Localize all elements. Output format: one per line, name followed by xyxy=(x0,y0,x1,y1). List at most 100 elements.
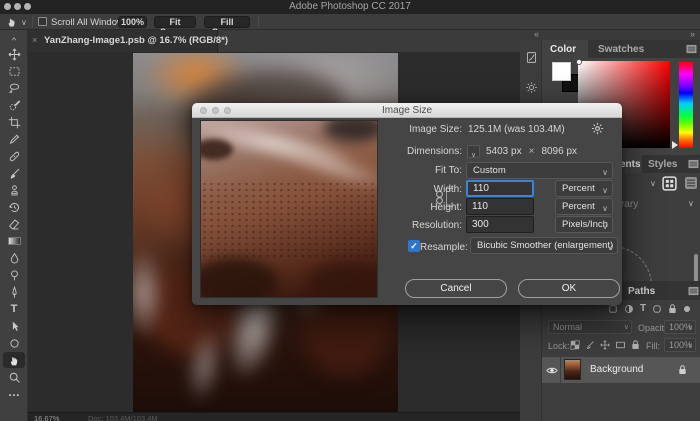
crop-tool-icon[interactable] xyxy=(3,114,25,130)
resolution-label: Resolution: xyxy=(362,220,462,231)
options-bar: ∨ Scroll All Windows 100% Fit Screen Fil… xyxy=(0,14,700,30)
hand-tool-icon[interactable] xyxy=(3,352,25,368)
color-picker-cursor[interactable] xyxy=(576,59,582,65)
grid-view-icon[interactable] xyxy=(662,176,677,191)
brush-tool-icon[interactable] xyxy=(3,165,25,181)
resample-method-dropdown[interactable]: Bicubic Smoother (enlargement)∨ xyxy=(470,237,618,254)
lock-pixels-icon[interactable] xyxy=(585,340,595,350)
list-view-icon[interactable] xyxy=(684,176,698,190)
shape-tool-icon[interactable] xyxy=(3,335,25,351)
marquee-tool-icon[interactable] xyxy=(3,63,25,79)
opacity-value[interactable]: 100%∨ xyxy=(664,320,696,334)
resolution-input[interactable]: 300 xyxy=(466,216,534,233)
height-input[interactable]: 110 xyxy=(466,198,534,215)
fit-to-dropdown[interactable]: Custom∨ xyxy=(466,162,613,179)
panel-dock-header: « » xyxy=(520,30,700,40)
hue-slider[interactable] xyxy=(679,62,693,148)
filter-smart-object-icon[interactable] xyxy=(668,303,677,314)
status-zoom-level[interactable]: 16.67% xyxy=(34,414,59,421)
library-name-chevron-icon[interactable]: ∨ xyxy=(688,199,694,208)
ok-button[interactable]: OK xyxy=(518,279,620,298)
document-tab[interactable]: × YanZhang-Image1.psb @ 16.7% (RGB/8*) xyxy=(28,30,218,52)
fit-screen-button[interactable]: Fit Screen xyxy=(154,16,196,28)
resample-label: Resample: xyxy=(420,242,467,253)
zoom-100-button[interactable]: 100% xyxy=(118,16,147,28)
gradient-tool-icon[interactable] xyxy=(3,233,25,249)
filter-adjustment-icon[interactable] xyxy=(624,304,634,314)
dimensions-value: 5403 px × 8096 px xyxy=(486,146,577,157)
resample-checkbox[interactable]: ✓ xyxy=(408,240,420,252)
collapse-dock-right-icon[interactable]: » xyxy=(690,29,695,39)
filter-pixel-icon[interactable] xyxy=(608,304,618,314)
layer-visibility-eye-icon[interactable] xyxy=(546,365,558,376)
blur-tool-icon[interactable] xyxy=(3,250,25,266)
app-titlebar: Adobe Photoshop CC 2017 xyxy=(0,0,700,14)
quick-selection-tool-icon[interactable] xyxy=(3,97,25,113)
dodge-tool-icon[interactable] xyxy=(3,267,25,283)
filter-shape-icon[interactable] xyxy=(652,304,662,314)
dialog-title: Image Size xyxy=(192,105,622,116)
collapse-toolbar-icon[interactable] xyxy=(3,31,25,47)
history-brush-tool-icon[interactable] xyxy=(3,199,25,215)
tool-preset-chevron-icon[interactable]: ∨ xyxy=(21,18,27,27)
layers-panel: T Normal∨ Opacity: 100%∨ Lock: Fill: 100… xyxy=(542,300,700,421)
options-divider xyxy=(32,15,33,28)
fill-screen-button[interactable]: Fill Screen xyxy=(204,16,250,28)
status-doc-size: Doc: 103.4M/103.4M xyxy=(88,414,158,421)
layer-lock-icon[interactable] xyxy=(678,364,687,375)
library-name-fragment[interactable]: rary xyxy=(621,199,638,210)
lock-artboard-icon[interactable] xyxy=(615,340,626,350)
fit-to-label: Fit To: xyxy=(362,165,462,176)
lock-transparency-icon[interactable] xyxy=(570,340,580,350)
scroll-all-windows-checkbox[interactable] xyxy=(38,17,47,26)
brush-settings-panel-icon[interactable] xyxy=(523,48,539,66)
clone-stamp-tool-icon[interactable] xyxy=(3,182,25,198)
dimensions-chevron-button[interactable]: ∨ xyxy=(467,145,480,158)
close-tab-icon[interactable]: × xyxy=(32,35,37,45)
tab-styles[interactable]: Styles xyxy=(648,159,677,170)
height-unit-dropdown[interactable]: Percent∨ xyxy=(555,198,613,215)
foreground-color-swatch-large[interactable] xyxy=(552,62,571,81)
healing-brush-tool-icon[interactable] xyxy=(3,148,25,164)
tab-swatches[interactable]: Swatches xyxy=(598,44,644,55)
color-panel-menu-icon[interactable] xyxy=(686,44,697,54)
filter-toggle-icon[interactable] xyxy=(683,305,691,313)
lasso-tool-icon[interactable] xyxy=(3,80,25,96)
resolution-unit-dropdown[interactable]: Pixels/Inch∨ xyxy=(555,216,613,233)
zoom-tool-icon[interactable] xyxy=(3,369,25,385)
eraser-tool-icon[interactable] xyxy=(3,216,25,232)
layer-name[interactable]: Background xyxy=(590,364,643,375)
cancel-button[interactable]: Cancel xyxy=(405,279,507,298)
library-scrollbar[interactable] xyxy=(694,254,698,284)
eyedropper-tool-icon[interactable] xyxy=(3,131,25,147)
layer-thumbnail[interactable] xyxy=(564,359,581,380)
tab-paths[interactable]: Paths xyxy=(628,286,655,297)
image-size-label: Image Size: xyxy=(362,124,462,135)
lock-all-icon[interactable] xyxy=(631,339,640,350)
move-tool-icon[interactable] xyxy=(3,46,25,62)
library-dropdown-chevron-icon[interactable]: ∨ xyxy=(650,179,656,188)
width-input[interactable]: 110 xyxy=(466,180,534,197)
fill-value[interactable]: 100%∨ xyxy=(664,338,696,352)
tab-color[interactable]: Color xyxy=(542,40,588,58)
type-tool-icon[interactable]: T xyxy=(3,301,25,317)
path-selection-tool-icon[interactable] xyxy=(3,318,25,334)
dialog-titlebar[interactable]: Image Size xyxy=(192,103,622,118)
sun-panel-icon[interactable] xyxy=(523,78,539,96)
styles-panel-menu-icon[interactable] xyxy=(688,159,699,169)
dialog-options-gear-icon[interactable] xyxy=(591,122,604,135)
dimensions-width: 5403 px xyxy=(486,146,522,157)
paths-panel-menu-icon[interactable] xyxy=(688,286,699,296)
app-title: Adobe Photoshop CC 2017 xyxy=(0,1,700,12)
edit-toolbar-icon[interactable]: … xyxy=(3,384,25,400)
tools-panel: T … xyxy=(0,30,28,421)
pen-tool-icon[interactable] xyxy=(3,284,25,300)
filter-type-icon[interactable]: T xyxy=(640,303,646,314)
lock-position-icon[interactable] xyxy=(600,340,610,350)
blend-mode-dropdown[interactable]: Normal∨ xyxy=(548,320,632,334)
collapse-dock-left-icon[interactable]: « xyxy=(534,29,539,39)
layer-row-background[interactable]: Background xyxy=(542,357,700,383)
hue-slider-marker[interactable] xyxy=(672,141,678,149)
width-unit-dropdown[interactable]: Percent∨ xyxy=(555,180,613,197)
image-size-preview[interactable] xyxy=(200,120,378,298)
